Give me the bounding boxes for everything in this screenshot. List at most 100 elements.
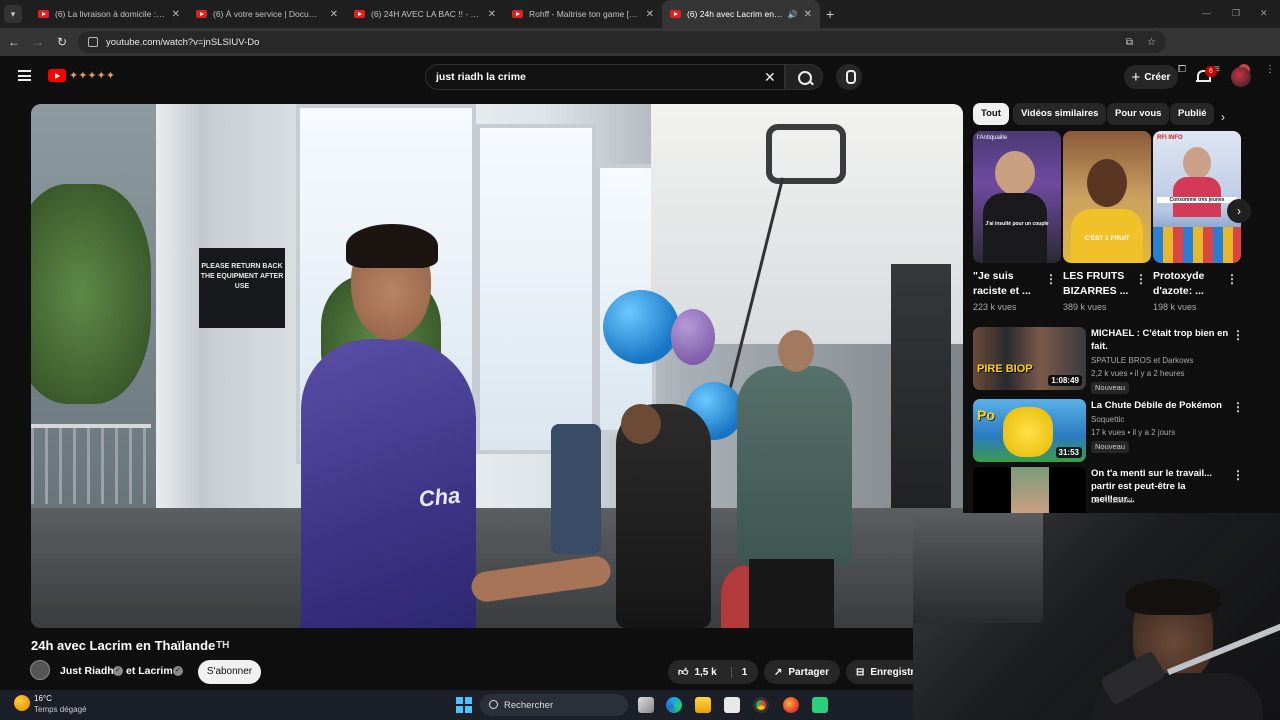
short-title[interactable]: LES FRUITS BIZARRES ...	[1063, 269, 1133, 299]
cable-machine-pulley	[766, 124, 846, 184]
short-thumbnail[interactable]: C'EST 1 FRUIT	[1063, 131, 1151, 263]
related-thumbnail[interactable]: Po 31:53	[973, 399, 1086, 462]
url-text: youtube.com/watch?v=jnSLSIUV-Do	[106, 36, 260, 48]
taskbar-search[interactable]: Rechercher	[480, 694, 628, 716]
browser-tab-active[interactable]: (6) 24h avec Lacrim en Thaïla 🔊 ✕	[662, 0, 820, 28]
hamburger-menu-icon[interactable]	[18, 70, 31, 81]
browser-tab[interactable]: Rohff - Maitrise ton game [Clip ✕	[504, 0, 662, 28]
clear-search-icon[interactable]: ✕	[764, 69, 776, 86]
chrome-icon[interactable]	[753, 697, 769, 713]
chip-for-you[interactable]: Pour vous	[1107, 103, 1170, 125]
spotify-app-icon[interactable]	[812, 697, 828, 713]
related-title[interactable]: La Chute Débile de Pokémon	[1091, 399, 1229, 412]
short-top-label: l'Antiquaille	[977, 135, 1008, 141]
bookmark-star-icon[interactable]: ☆	[1147, 37, 1156, 48]
short-thumbnail[interactable]: l'Antiquaille J'ai insulté pour un coupl…	[973, 131, 1061, 263]
browser-tab[interactable]: (6) 24H AVEC LA BAC !! - YouTu ✕	[346, 0, 504, 28]
new-tab-button[interactable]: +	[826, 6, 834, 22]
store-icon[interactable]	[724, 697, 740, 713]
save-label: Enregistre	[870, 666, 913, 678]
related-thumbnail[interactable]	[973, 467, 1086, 513]
speaker-icon[interactable]: 🔊	[788, 10, 798, 19]
thumbs-up-icon[interactable]: 👍︎	[678, 666, 688, 678]
close-tab-icon[interactable]: ✕	[330, 9, 338, 20]
url-field[interactable]: youtube.com/watch?v=jnSLSIUV-Do ⧉ ☆	[78, 31, 1166, 53]
browser-tab[interactable]: (6) À votre service | Documenta ✕	[188, 0, 346, 28]
firefox-icon[interactable]	[783, 697, 799, 713]
shorts-next-icon[interactable]: ›	[1227, 199, 1251, 223]
thumbnail-overlay-text: PIRE BIOP	[977, 363, 1033, 375]
more-options-icon[interactable]: ⋮	[1226, 272, 1238, 286]
save-bookmark-icon: ⊟	[856, 666, 865, 678]
more-options-icon[interactable]: ⋮	[1232, 468, 1244, 482]
extensions-icon[interactable]: ⧠	[1178, 64, 1186, 75]
short-title[interactable]: Protoxyde d'azote: ...	[1153, 269, 1223, 299]
channel-names[interactable]: Just Riadh	[60, 665, 114, 677]
short-face	[995, 151, 1035, 195]
channel-avatar[interactable]	[30, 660, 50, 680]
more-options-icon[interactable]: ⋮	[1045, 272, 1057, 286]
pikachu-shape	[1003, 407, 1053, 457]
gym-bench	[551, 424, 601, 554]
account-avatar[interactable]	[1231, 67, 1251, 87]
short-thumbnail[interactable]: RFI INFO Consommé très jeunes	[1153, 131, 1241, 263]
like-count[interactable]: 1,5 k	[694, 667, 716, 678]
dislike-count[interactable]: 1	[730, 666, 747, 678]
close-tab-icon[interactable]: ✕	[804, 9, 812, 20]
short-title[interactable]: "Je suis raciste et ...	[973, 269, 1043, 299]
forward-arrow-icon[interactable]: →	[26, 35, 50, 49]
weather-temp[interactable]: 16°C	[34, 694, 52, 703]
search-input[interactable]: just riadh la crime	[425, 64, 785, 90]
video-player[interactable]: PLEASE RETURN BACK THE EQUIPMENT AFTER U…	[31, 104, 963, 628]
streamer-hair	[1125, 579, 1221, 615]
more-options-icon[interactable]: ⋮	[1135, 272, 1147, 286]
related-title[interactable]: MICHAEL : C'était trop bien en fait.	[1091, 327, 1229, 353]
tab-title: Rohff - Maitrise ton game [Clip	[529, 9, 640, 19]
more-options-icon[interactable]: ⋮	[1232, 328, 1244, 342]
related-channel[interactable]: Le Résilient	[1091, 496, 1133, 505]
short-caption: C'EST 1 FRUIT	[1084, 235, 1130, 242]
close-tab-icon[interactable]: ✕	[646, 9, 654, 20]
related-thumbnail[interactable]: PIRE BIOP 1:08:49	[973, 327, 1086, 390]
related-channel[interactable]: Soquettic	[1091, 415, 1124, 424]
browser-tab-bar: ▾ (6) La livraison à domicile : de l' ✕ (…	[0, 0, 1280, 28]
foreground-man-hair	[346, 224, 438, 268]
share-button[interactable]: ↗ Partager	[764, 660, 840, 684]
search-button[interactable]	[785, 64, 823, 90]
site-info-icon[interactable]	[88, 37, 98, 47]
save-button[interactable]: ⊟ Enregistre	[846, 660, 913, 684]
more-options-icon[interactable]: ⋮	[1232, 400, 1244, 414]
install-icon[interactable]: ⧉	[1126, 37, 1133, 48]
task-view-icon[interactable]	[638, 697, 654, 713]
create-button[interactable]: + Créer	[1124, 65, 1178, 89]
short-views: 223 k vues	[973, 302, 1017, 312]
weather-sun-icon[interactable]	[14, 695, 30, 711]
close-tab-icon[interactable]: ✕	[488, 9, 496, 20]
channel-a-name[interactable]: Just Riadh	[60, 665, 114, 677]
file-explorer-icon[interactable]	[695, 697, 711, 713]
related-channel[interactable]: SPATULE BROS et Darkows	[1091, 356, 1193, 365]
tab-search-icon[interactable]: ▾	[4, 5, 22, 23]
close-window-icon[interactable]: ✕	[1260, 8, 1268, 19]
close-tab-icon[interactable]: ✕	[172, 9, 180, 20]
windows-start-icon[interactable]	[456, 697, 472, 713]
subscribe-button[interactable]: S'abonner	[198, 660, 261, 684]
minimize-icon[interactable]: —	[1202, 8, 1211, 18]
browser-tab[interactable]: (6) La livraison à domicile : de l' ✕	[30, 0, 188, 28]
channel-b-name[interactable]: et Lacrim	[126, 665, 173, 677]
standing-man-legs	[749, 559, 834, 628]
back-arrow-icon[interactable]: ←	[2, 35, 26, 49]
chips-next-icon[interactable]: ›	[1221, 110, 1225, 124]
short-body	[983, 193, 1047, 263]
youtube-logo-icon[interactable]	[48, 69, 66, 82]
chip-published[interactable]: Publié	[1170, 103, 1214, 125]
weather-desc[interactable]: Temps dégagé	[34, 705, 86, 714]
edge-icon[interactable]	[666, 697, 682, 713]
microphone-icon[interactable]	[836, 64, 862, 90]
chip-similar[interactable]: Vidéos similaires	[1013, 103, 1107, 125]
maximize-icon[interactable]: ❐	[1232, 8, 1240, 19]
taskbar-search-label: Rechercher	[504, 699, 554, 711]
reload-icon[interactable]: ↻	[50, 35, 74, 49]
browser-menu-icon[interactable]: ⋮	[1265, 64, 1275, 75]
chip-all[interactable]: Tout	[973, 103, 1009, 125]
